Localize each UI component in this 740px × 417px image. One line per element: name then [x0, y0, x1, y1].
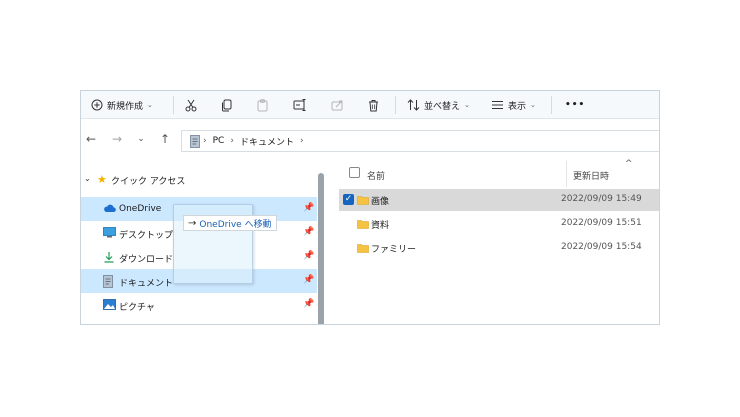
pin-icon[interactable]: 📌 — [303, 275, 314, 285]
chevron-down-icon: ⌄ — [530, 101, 536, 109]
toolbar-divider — [395, 96, 396, 114]
file-explorer-window: 新規作成 ⌄ 並べ替え ⌄ 表示 ⌄ ••• ← → ⌄ ↑ › PC › ドキ… — [80, 90, 660, 325]
cut-button[interactable] — [185, 91, 197, 119]
arrow-right-icon: → — [188, 217, 197, 229]
file-row[interactable]: ファミリー 2022/09/09 15:54 — [339, 237, 659, 259]
select-all-checkbox[interactable] — [349, 167, 360, 178]
up-button[interactable]: ↑ — [155, 119, 175, 159]
more-options-button[interactable]: ••• — [565, 91, 585, 119]
breadcrumb-separator-icon: › — [230, 136, 234, 146]
share-button[interactable] — [331, 91, 344, 119]
chevron-down-icon: ⌄ — [137, 134, 145, 144]
sidebar-item-pictures[interactable]: ピクチャ 📌 — [81, 293, 317, 317]
column-header-row: 名前 更新日時 ^ — [329, 159, 659, 187]
pictures-icon — [103, 299, 116, 310]
sort-arrows-icon — [407, 99, 420, 111]
folder-icon — [357, 196, 369, 205]
navigation-pane-scrollbar[interactable] — [318, 173, 324, 324]
new-button[interactable]: 新規作成 ⌄ — [91, 91, 153, 119]
folder-icon — [357, 244, 369, 253]
sidebar-item-label: ドキュメント — [119, 279, 174, 289]
chevron-down-icon: ⌄ — [464, 101, 470, 109]
pin-icon[interactable]: 📌 — [303, 203, 314, 213]
sidebar-item-quick-access[interactable]: ⌄ ★ クイック アクセス — [81, 173, 317, 189]
file-date-modified: 2022/09/09 15:49 — [561, 194, 642, 204]
file-row[interactable]: ✓ 画像 2022/09/09 15:49 — [339, 189, 659, 211]
breadcrumb-pc[interactable]: PC — [213, 136, 225, 146]
drop-tooltip: → OneDrive へ移動 — [183, 215, 277, 231]
rename-icon — [293, 99, 306, 111]
breadcrumb-separator-icon: › — [203, 136, 207, 146]
file-name: 画像 — [371, 197, 390, 207]
rename-button[interactable] — [293, 91, 307, 119]
new-button-label: 新規作成 — [107, 101, 144, 112]
pin-icon[interactable]: 📌 — [303, 251, 314, 261]
sidebar-item-label: ダウンロード — [119, 255, 174, 265]
file-name: 資料 — [371, 221, 390, 231]
drop-tooltip-text: OneDrive へ移動 — [199, 219, 272, 230]
sidebar-item-label: クイック アクセス — [111, 177, 186, 187]
breadcrumb-documents[interactable]: ドキュメント — [240, 135, 294, 148]
sidebar-item-label: ピクチャ — [119, 303, 155, 313]
cloud-icon — [104, 204, 116, 213]
share-icon — [331, 100, 343, 111]
forward-button[interactable]: → — [107, 119, 127, 159]
trash-icon — [369, 99, 378, 111]
document-folder-icon — [103, 275, 113, 288]
file-date-modified: 2022/09/09 15:51 — [561, 218, 642, 228]
navigation-bar: ← → ⌄ ↑ › PC › ドキュメント › — [81, 119, 659, 159]
copy-button[interactable] — [221, 91, 232, 119]
sidebar-item-label: OneDrive — [119, 204, 162, 214]
chevron-down-icon: ⌄ — [147, 101, 153, 109]
forward-arrow-icon: → — [111, 132, 123, 146]
paste-button[interactable] — [257, 91, 268, 119]
file-row[interactable]: 資料 2022/09/09 15:51 — [339, 213, 659, 235]
copy-icon — [222, 99, 232, 111]
folder-icon — [357, 220, 369, 229]
back-arrow-icon: ← — [85, 132, 97, 146]
file-date-modified: 2022/09/09 15:54 — [561, 242, 642, 252]
more-options-label: ••• — [565, 100, 586, 110]
view-button-label: 表示 — [508, 101, 527, 112]
recent-locations-button[interactable]: ⌄ — [131, 119, 151, 159]
file-name: ファミリー — [371, 245, 417, 255]
toolbar-divider — [551, 96, 552, 114]
delete-button[interactable] — [368, 91, 379, 119]
sort-button[interactable]: 並べ替え ⌄ — [407, 91, 470, 119]
document-folder-icon — [190, 134, 200, 148]
address-bar[interactable]: › PC › ドキュメント › — [181, 130, 659, 152]
command-bar: 新規作成 ⌄ 並べ替え ⌄ 表示 ⌄ ••• — [81, 91, 659, 119]
plus-circle-icon — [91, 99, 103, 111]
checkmark-icon[interactable]: ✓ — [343, 194, 354, 205]
sort-ascending-icon: ^ — [625, 159, 633, 169]
chevron-down-icon[interactable]: ⌄ — [84, 174, 91, 183]
star-icon: ★ — [97, 173, 107, 186]
up-arrow-icon: ↑ — [159, 132, 171, 146]
column-divider[interactable] — [566, 161, 567, 187]
scissors-icon — [185, 99, 197, 111]
download-icon — [104, 252, 114, 263]
sidebar-item-label: デスクトップ — [119, 231, 174, 241]
list-view-icon — [492, 101, 503, 109]
back-button[interactable]: ← — [81, 119, 101, 159]
file-list-pane: 名前 更新日時 ^ ✓ 画像 2022/09/09 15:49 資料 2022/… — [329, 159, 659, 324]
desktop-icon — [103, 227, 116, 238]
pin-icon[interactable]: 📌 — [303, 299, 314, 309]
view-button[interactable]: 表示 ⌄ — [491, 91, 536, 119]
column-header-date-modified[interactable]: 更新日時 — [573, 169, 609, 182]
breadcrumb-separator-icon: › — [299, 136, 304, 146]
paste-icon — [257, 98, 268, 111]
column-header-name[interactable]: 名前 — [367, 169, 385, 182]
pin-icon[interactable]: 📌 — [303, 227, 314, 237]
sort-button-label: 並べ替え — [424, 101, 461, 112]
toolbar-divider — [173, 96, 174, 114]
